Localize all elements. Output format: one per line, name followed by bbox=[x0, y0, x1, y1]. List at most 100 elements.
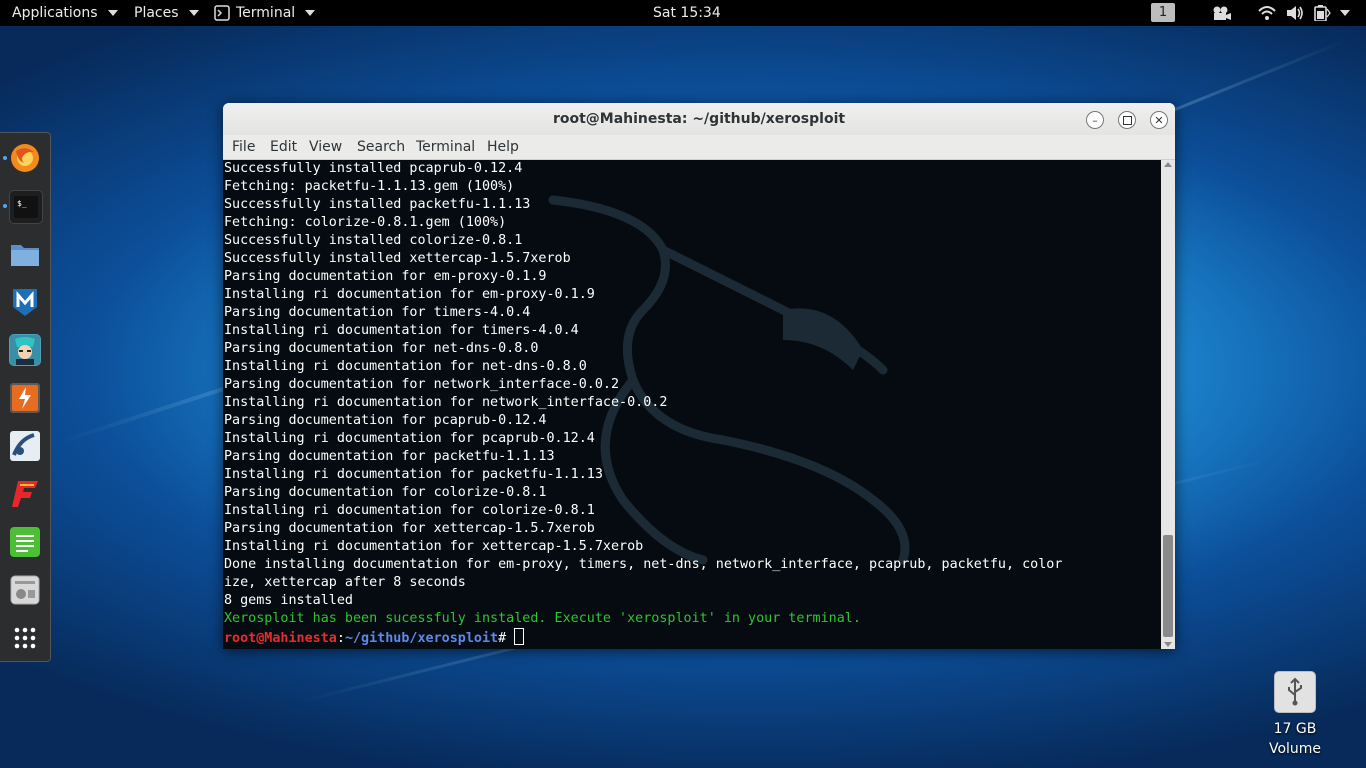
minimize-icon: – bbox=[1092, 113, 1098, 127]
close-button[interactable]: ✕ bbox=[1150, 111, 1168, 129]
terminal-line: Installing ri documentation for network_… bbox=[224, 395, 668, 410]
dock-beef[interactable] bbox=[9, 430, 41, 462]
menu-edit[interactable]: Edit bbox=[270, 135, 297, 159]
dock-armitage[interactable] bbox=[9, 334, 41, 366]
metasploit-icon bbox=[13, 289, 37, 316]
settings-icon bbox=[10, 575, 40, 605]
maximize-icon bbox=[1122, 115, 1132, 125]
terminal-line: Successfully installed colorize-0.8.1 bbox=[224, 233, 523, 248]
desktop-volume[interactable]: 17 GB Volume bbox=[1260, 671, 1330, 759]
terminal-line: Installing ri documentation for colorize… bbox=[224, 503, 595, 518]
terminal-output: Successfully installed pcaprub-0.12.4 Fet… bbox=[224, 160, 1062, 648]
terminal-line: Installing ri documentation for xetterca… bbox=[224, 539, 644, 554]
dock-faraday[interactable] bbox=[9, 478, 41, 510]
files-icon bbox=[11, 245, 39, 266]
menu-search[interactable]: Search bbox=[357, 135, 405, 159]
chevron-down-icon bbox=[188, 10, 199, 16]
text-cursor bbox=[514, 628, 525, 645]
volume-icon[interactable] bbox=[1286, 5, 1304, 21]
close-icon: ✕ bbox=[1154, 113, 1164, 127]
menu-terminal[interactable]: Terminal bbox=[416, 135, 475, 159]
terminal-line: Installing ri documentation for pcaprub-… bbox=[224, 431, 595, 446]
clock-label: Sat 15:34 bbox=[653, 5, 721, 21]
minimize-button[interactable]: – bbox=[1086, 111, 1104, 129]
terminal-line: Installing ri documentation for timers-4… bbox=[224, 323, 579, 338]
terminal-line: Parsing documentation for net-dns-0.8.0 bbox=[224, 341, 539, 356]
firefox-icon bbox=[11, 144, 39, 172]
dock-show-apps[interactable] bbox=[9, 622, 41, 654]
terminal-line: Installing ri documentation for em-proxy… bbox=[224, 287, 595, 302]
dock-terminal[interactable]: $_ bbox=[9, 190, 43, 224]
terminal-icon bbox=[214, 5, 230, 21]
clock[interactable]: Sat 15:34 bbox=[653, 0, 721, 26]
applications-menu[interactable]: Applications bbox=[12, 0, 118, 26]
wifi-icon[interactable] bbox=[1258, 5, 1276, 21]
terminal-line: Installing ri documentation for packetfu… bbox=[224, 467, 603, 482]
terminal-line: Successfully installed pcaprub-0.12.4 bbox=[224, 161, 523, 176]
chevron-down-icon[interactable] bbox=[1340, 10, 1350, 16]
scrollbar[interactable] bbox=[1161, 160, 1175, 649]
terminal-line: Parsing documentation for xettercap-1.5.… bbox=[224, 521, 595, 536]
terminal-line: Parsing documentation for network_interf… bbox=[224, 377, 620, 392]
leafpad-icon bbox=[10, 527, 40, 557]
usb-drive-icon bbox=[1274, 671, 1316, 713]
terminal-line: Parsing documentation for timers-4.0.4 bbox=[224, 305, 531, 320]
running-indicator bbox=[3, 204, 7, 208]
window-titlebar[interactable]: root@Mahinesta: ~/github/xerosploit – ✕ bbox=[223, 103, 1175, 135]
video-icon[interactable] bbox=[1212, 5, 1232, 21]
terminal-app-menu[interactable]: Terminal bbox=[214, 0, 316, 26]
volume-size: 17 GB bbox=[1273, 721, 1317, 737]
terminal-icon: $_ bbox=[14, 196, 38, 218]
terminal-line: Successfully installed packetfu-1.1.13 bbox=[224, 197, 531, 212]
menu-view[interactable]: View bbox=[309, 135, 342, 159]
terminal-line: Parsing documentation for colorize-0.8.1 bbox=[224, 485, 547, 500]
applications-label: Applications bbox=[12, 5, 98, 21]
volume-label: Volume bbox=[1268, 741, 1322, 757]
terminal-line: 8 gems installed bbox=[224, 593, 353, 608]
prompt-separator: : bbox=[336, 631, 345, 646]
prompt-line[interactable]: root@Mahinesta:~/github/xerosploit# bbox=[224, 628, 1062, 648]
terminal-line: Installing ri documentation for net-dns-… bbox=[224, 359, 587, 374]
terminal-line: Parsing documentation for packetfu-1.1.1… bbox=[224, 449, 555, 464]
prompt-symbol: # bbox=[498, 631, 515, 646]
menu-file[interactable]: File bbox=[232, 135, 255, 159]
battery-icon[interactable] bbox=[1313, 5, 1331, 21]
app-grid-icon bbox=[14, 627, 36, 649]
terminal-label: Terminal bbox=[236, 5, 296, 21]
terminal-line: Fetching: colorize-0.8.1.gem (100%) bbox=[224, 215, 507, 230]
top-panel: Applications Places Terminal Sat 15:34 1 bbox=[0, 0, 1366, 26]
terminal-window: root@Mahinesta: ~/github/xerosploit – ✕ … bbox=[223, 103, 1175, 649]
beef-icon bbox=[10, 431, 40, 461]
menubar: File Edit View Search Terminal Help bbox=[223, 135, 1175, 160]
usb-symbol-icon bbox=[1288, 677, 1302, 706]
dock-firefox[interactable] bbox=[9, 142, 41, 174]
dock: $_ bbox=[0, 132, 51, 662]
workspace-indicator[interactable]: 1 bbox=[1151, 3, 1175, 22]
dock-leafpad[interactable] bbox=[9, 526, 41, 558]
dock-settings[interactable] bbox=[9, 574, 41, 606]
armitage-icon bbox=[10, 335, 40, 365]
places-menu[interactable]: Places bbox=[134, 0, 199, 26]
maximize-button[interactable] bbox=[1118, 111, 1136, 129]
dock-burpsuite[interactable] bbox=[9, 382, 41, 414]
terminal-output-area[interactable]: Successfully installed pcaprub-0.12.4 Fet… bbox=[223, 160, 1161, 649]
places-label: Places bbox=[134, 5, 179, 21]
terminal-line: Parsing documentation for pcaprub-0.12.4 bbox=[224, 413, 547, 428]
prompt-path: ~/github/xerosploit bbox=[344, 631, 499, 646]
menu-help[interactable]: Help bbox=[487, 135, 519, 159]
terminal-line: Parsing documentation for em-proxy-0.1.9 bbox=[224, 269, 547, 284]
scrollbar-thumb[interactable] bbox=[1163, 535, 1173, 637]
scroll-down-icon[interactable] bbox=[1164, 642, 1172, 647]
prompt-user: root@Mahinesta bbox=[224, 631, 337, 646]
scroll-up-icon[interactable] bbox=[1164, 162, 1172, 167]
dock-files[interactable] bbox=[9, 238, 41, 270]
terminal-line: Successfully installed xettercap-1.5.7xe… bbox=[224, 251, 571, 266]
burpsuite-icon bbox=[10, 383, 40, 413]
dock-metasploit[interactable] bbox=[9, 286, 41, 318]
terminal-line: Fetching: packetfu-1.1.13.gem (100%) bbox=[224, 179, 515, 194]
svg-text:$_: $_ bbox=[17, 199, 27, 208]
window-title: root@Mahinesta: ~/github/xerosploit bbox=[552, 111, 846, 127]
running-indicator bbox=[3, 156, 7, 160]
success-message: Xerosploit has been sucessfuly instaled.… bbox=[224, 611, 861, 626]
chevron-down-icon bbox=[107, 10, 118, 16]
